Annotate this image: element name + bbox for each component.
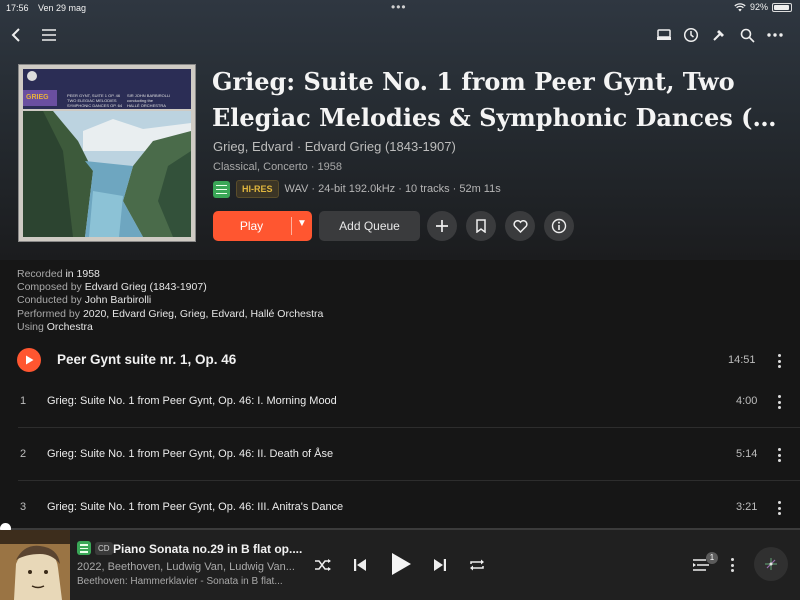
credit-label: Performed by	[17, 307, 83, 320]
now-playing-format: CD	[77, 541, 113, 555]
back-icon[interactable]	[6, 24, 28, 46]
play-divider	[291, 217, 292, 235]
track-title: Grieg: Suite No. 1 from Peer Gynt, Op. 4…	[47, 395, 337, 407]
album-title-line2: Elegiac Melodies & Symphonic Dances (re…	[212, 103, 782, 132]
track-number: 1	[20, 395, 27, 407]
mini-player-more-icon[interactable]	[726, 556, 738, 574]
track-title: Grieg: Suite No. 1 from Peer Gynt, Op. 4…	[47, 501, 344, 513]
credit-value[interactable]: 2020, Edvard Grieg, Grieg, Edvard, Hallé…	[83, 308, 323, 320]
track-row[interactable]: 3 Grieg: Suite No. 1 from Peer Gynt, Op.…	[0, 482, 800, 534]
battery-percent: 92%	[749, 2, 768, 12]
now-playing-artist: 2022, Beethoven, Ludwig Van, Ludwig Van.…	[77, 561, 295, 573]
repeat-icon[interactable]	[466, 556, 488, 574]
more-icon[interactable]	[764, 24, 786, 46]
now-playing-cover[interactable]	[0, 530, 70, 600]
output-device-icon[interactable]	[754, 547, 788, 581]
credit-composer: Composed by Edvard Grieg (1843-1907)	[17, 281, 323, 294]
credit-label: Recorded	[17, 268, 66, 280]
credit-value[interactable]: John Barbirolli	[85, 294, 152, 306]
credit-value[interactable]: Edvard Grieg (1843-1907)	[85, 281, 207, 293]
quality-row: HI-RES WAV · 24-bit 192.0kHz · 10 tracks…	[213, 180, 501, 198]
play-options-chevron-down-icon[interactable]: ▼	[293, 218, 311, 229]
format-icon	[77, 541, 91, 555]
divider	[18, 480, 800, 481]
previous-track-icon[interactable]	[350, 556, 370, 574]
playback-progress-bar[interactable]	[0, 528, 800, 530]
credit-label: Conducted by	[17, 294, 85, 307]
shuffle-icon[interactable]	[312, 556, 334, 574]
cover-text-line: HALLÉ ORCHESTRA	[127, 103, 166, 108]
credit-instrument: Using Orchestra	[17, 321, 323, 334]
fjord-painting	[23, 111, 191, 237]
album-title-line1: Grieg: Suite No. 1 from Peer Gynt, Two	[212, 67, 735, 96]
top-nav	[0, 24, 800, 48]
device-icon[interactable]	[653, 24, 675, 46]
status-time: 17:56	[6, 3, 29, 13]
play-button-label: Play	[239, 219, 264, 233]
hi-res-badge: HI-RES	[236, 180, 279, 198]
cover-composer-label: GRIEG	[23, 90, 57, 106]
now-playing-album: Beethoven: Hammerklavier - Sonata in B f…	[77, 576, 283, 587]
status-date: Ven 29 mag	[38, 3, 87, 13]
track-more-icon[interactable]	[773, 446, 785, 464]
track-duration: 3:21	[736, 501, 758, 513]
label-logo-icon	[27, 71, 37, 81]
search-icon[interactable]	[736, 24, 758, 46]
album-title: Grieg: Suite No. 1 from Peer Gynt, Two E…	[212, 64, 782, 136]
credit-recorded: Recorded in 1958	[17, 268, 323, 281]
tools-icon[interactable]	[708, 24, 730, 46]
credit-label: Using	[17, 320, 47, 333]
queue-count-badge: 1	[706, 552, 718, 564]
work-title: Peer Gynt suite nr. 1, Op. 46	[57, 352, 237, 367]
format-info: WAV · 24-bit 192.0kHz · 10 tracks · 52m …	[284, 183, 501, 195]
menu-icon[interactable]	[38, 24, 60, 46]
track-title: Grieg: Suite No. 1 from Peer Gynt, Op. 4…	[47, 448, 334, 460]
multitasking-dots-icon[interactable]: •••	[391, 0, 407, 14]
cover-text-right: SIR JOHN BARBIROLLI conducting the HALLÉ…	[127, 93, 170, 108]
battery-icon	[772, 2, 792, 12]
history-icon[interactable]	[680, 24, 702, 46]
heart-icon[interactable]	[505, 211, 535, 241]
now-playing-title[interactable]: Piano Sonata no.29 in B flat op....	[113, 542, 309, 556]
work-duration: 14:51	[728, 354, 756, 366]
album-artist[interactable]: Grieg, Edvard · Edvard Grieg (1843-1907)	[213, 139, 456, 154]
track-duration: 5:14	[736, 448, 758, 460]
track-number: 3	[20, 501, 27, 513]
status-right: 92%	[734, 2, 792, 12]
status-bar: 17:56 Ven 29 mag ••• 92%	[0, 0, 800, 16]
cover-text-left: PEER GYNT, SUITE 1 OP. 46 TWO ELEGIAC ME…	[67, 93, 122, 108]
track-row[interactable]: 2 Grieg: Suite No. 1 from Peer Gynt, Op.…	[0, 429, 800, 481]
track-more-icon[interactable]	[773, 393, 785, 411]
credit-label: Composed by	[17, 281, 85, 294]
add-queue-button[interactable]: Add Queue	[319, 211, 420, 241]
bookmark-icon[interactable]	[466, 211, 496, 241]
add-icon[interactable]	[427, 211, 457, 241]
cd-badge: CD	[95, 541, 113, 555]
album-cover: GRIEG PEER GYNT, SUITE 1 OP. 46 TWO ELEG…	[18, 64, 196, 242]
credit-value[interactable]: Orchestra	[47, 321, 93, 333]
hi-res-format-icon	[213, 180, 230, 198]
album-genre-year: Classical, Concerto · 1958	[213, 161, 343, 173]
wifi-icon	[734, 2, 746, 11]
credit-value: in 1958	[65, 268, 100, 280]
play-pause-icon[interactable]	[387, 550, 415, 578]
credits: Recorded in 1958 Composed by Edvard Grie…	[17, 268, 323, 334]
track-number: 2	[20, 448, 27, 460]
track-duration: 4:00	[736, 395, 758, 407]
divider	[18, 427, 800, 428]
cover-text-line: SYMPHONIC DANCES OP. 64	[67, 103, 123, 108]
track-row[interactable]: 1 Grieg: Suite No. 1 from Peer Gynt, Op.…	[0, 376, 800, 428]
track-more-icon[interactable]	[773, 499, 785, 517]
work-play-icon[interactable]	[17, 348, 41, 372]
info-icon[interactable]	[544, 211, 574, 241]
credit-conductor: Conducted by John Barbirolli	[17, 294, 323, 307]
next-track-icon[interactable]	[430, 556, 450, 574]
work-more-icon[interactable]	[773, 352, 785, 370]
play-button[interactable]: Play ▼	[213, 211, 312, 241]
credit-performers: Performed by 2020, Edvard Grieg, Grieg, …	[17, 308, 323, 321]
